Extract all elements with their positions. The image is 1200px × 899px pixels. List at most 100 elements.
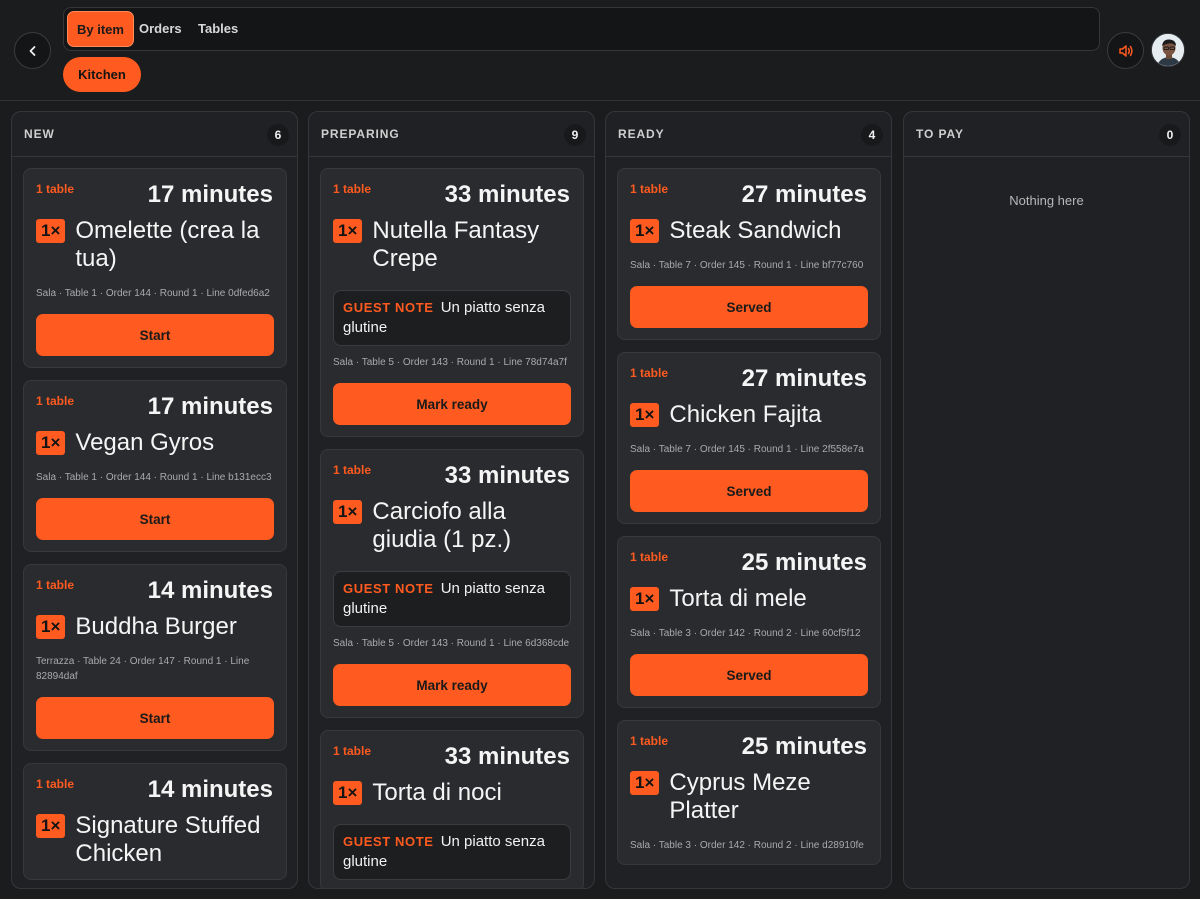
user-avatar[interactable] <box>1151 33 1185 67</box>
tab-by-item[interactable]: By item <box>67 11 134 47</box>
quantity-badge: 1× <box>630 403 660 427</box>
column-title: TO PAY <box>916 127 964 141</box>
column-title: PREPARING <box>321 127 400 141</box>
item-name: Carciofo alla giudia (1 pz.) <box>372 498 512 553</box>
order-item-card: 1 table 14 minutes 1× Buddha Burger Terr… <box>23 564 287 751</box>
guest-note-label: GUEST NOTE <box>343 581 434 596</box>
column-header: PREPARING 9 <box>309 112 594 157</box>
order-item-card: 1 table 25 minutes 1× Cyprus Meze Platte… <box>617 720 881 865</box>
elapsed-time: 25 minutes <box>741 733 867 760</box>
start-button[interactable]: Start <box>36 498 274 540</box>
sound-toggle-button[interactable] <box>1107 32 1144 69</box>
item-name: Cyprus Meze Platter <box>669 769 811 824</box>
column-count-badge: 6 <box>267 124 289 146</box>
speaker-icon <box>1118 44 1133 57</box>
quantity-badge: 1× <box>630 219 660 243</box>
table-count-label: 1 table <box>36 394 75 408</box>
served-button[interactable]: Served <box>630 654 868 696</box>
column-title: READY <box>618 127 665 141</box>
order-item-card: 1 table 17 minutes 1× Omelette (crea la … <box>23 168 287 368</box>
elapsed-time: 27 minutes <box>741 365 867 392</box>
tab-orders[interactable]: Orders <box>139 11 182 47</box>
column-count-badge: 0 <box>1159 124 1181 146</box>
column-title: NEW <box>24 127 55 141</box>
elapsed-time: 25 minutes <box>741 549 867 576</box>
empty-state-text: Nothing here <box>1009 193 1084 208</box>
station-filter-kitchen[interactable]: Kitchen <box>63 57 141 92</box>
elapsed-time: 14 minutes <box>147 776 273 803</box>
served-button[interactable]: Served <box>630 286 868 328</box>
table-count-label: 1 table <box>630 734 669 748</box>
mark-ready-button[interactable]: Mark ready <box>333 383 571 425</box>
order-meta: Sala · Table 1 · Order 144 · Round 1 · L… <box>36 288 270 299</box>
order-meta: Terrazza · Table 24 · Order 147 · Round … <box>36 656 250 682</box>
guest-note-label: GUEST NOTE <box>343 834 434 849</box>
order-meta: Sala · Table 3 · Order 142 · Round 2 · L… <box>630 840 864 851</box>
column-header: READY 4 <box>606 112 891 157</box>
order-item-card: 1 table 17 minutes 1× Vegan Gyros Sala ·… <box>23 380 287 552</box>
column-header: NEW 6 <box>12 112 297 157</box>
quantity-badge: 1× <box>630 587 660 611</box>
order-item-card: 1 table 14 minutes 1× Signature Stuffed … <box>23 763 287 880</box>
elapsed-time: 33 minutes <box>444 743 570 770</box>
column-new: NEW 6 1 table 17 minutes 1× Omelette (cr… <box>11 111 298 889</box>
table-count-label: 1 table <box>36 578 75 592</box>
table-count-label: 1 table <box>333 182 372 196</box>
order-meta: Sala · Table 3 · Order 142 · Round 2 · L… <box>630 628 861 639</box>
table-count-label: 1 table <box>36 182 75 196</box>
quantity-badge: 1× <box>333 219 363 243</box>
served-button[interactable]: Served <box>630 470 868 512</box>
mark-ready-button[interactable]: Mark ready <box>333 664 571 706</box>
quantity-badge: 1× <box>36 814 66 838</box>
column-to-pay: TO PAY 0 Nothing here <box>903 111 1190 889</box>
table-count-label: 1 table <box>333 744 372 758</box>
quantity-badge: 1× <box>333 781 363 805</box>
order-item-card: 1 table 25 minutes 1× Torta di mele Sala… <box>617 536 881 708</box>
elapsed-time: 17 minutes <box>147 393 273 420</box>
back-button[interactable] <box>14 32 51 69</box>
order-item-card: 1 table 27 minutes 1× Steak Sandwich Sal… <box>617 168 881 340</box>
top-bar: By item Orders Tables Kitchen <box>0 0 1200 101</box>
order-meta: Sala · Table 7 · Order 145 · Round 1 · L… <box>630 444 864 455</box>
elapsed-time: 17 minutes <box>147 181 273 208</box>
order-item-card: 1 table 27 minutes 1× Chicken Fajita Sal… <box>617 352 881 524</box>
avatar-image <box>1152 34 1184 66</box>
order-meta: Sala · Table 5 · Order 143 · Round 1 · L… <box>333 357 567 368</box>
view-tabs: By item Orders Tables <box>63 7 1100 51</box>
order-item-card: 1 table 33 minutes 1× Torta di noci GUES… <box>320 730 584 888</box>
table-count-label: 1 table <box>36 777 75 791</box>
item-name: Torta di noci <box>372 779 502 806</box>
quantity-badge: 1× <box>630 771 660 795</box>
start-button[interactable]: Start <box>36 314 274 356</box>
item-name: Chicken Fajita <box>669 401 822 428</box>
elapsed-time: 33 minutes <box>444 462 570 489</box>
item-name: Omelette (crea la tua) <box>75 217 260 272</box>
column-preparing: PREPARING 9 1 table 33 minutes 1× Nutell… <box>308 111 595 889</box>
start-button[interactable]: Start <box>36 697 274 739</box>
item-name: Vegan Gyros <box>75 429 215 456</box>
elapsed-time: 14 minutes <box>147 577 273 604</box>
elapsed-time: 27 minutes <box>741 181 867 208</box>
quantity-badge: 1× <box>36 219 66 243</box>
item-name: Nutella Fantasy Crepe <box>372 217 540 272</box>
quantity-badge: 1× <box>36 615 66 639</box>
item-name: Steak Sandwich <box>669 217 842 244</box>
table-count-label: 1 table <box>333 463 372 477</box>
guest-note: GUEST NOTE Un piatto senza glutine <box>333 290 571 346</box>
table-count-label: 1 table <box>630 366 669 380</box>
table-count-label: 1 table <box>630 182 669 196</box>
tab-tables[interactable]: Tables <box>198 11 238 47</box>
table-count-label: 1 table <box>630 550 669 564</box>
column-header: TO PAY 0 <box>904 112 1189 157</box>
order-item-card: 1 table 33 minutes 1× Nutella Fantasy Cr… <box>320 168 584 437</box>
order-meta: Sala · Table 7 · Order 145 · Round 1 · L… <box>630 260 864 271</box>
order-meta: Sala · Table 1 · Order 144 · Round 1 · L… <box>36 472 272 483</box>
quantity-badge: 1× <box>333 500 363 524</box>
guest-note-label: GUEST NOTE <box>343 300 434 315</box>
item-name: Buddha Burger <box>75 613 237 640</box>
elapsed-time: 33 minutes <box>444 181 570 208</box>
guest-note: GUEST NOTE Un piatto senza glutine <box>333 824 571 880</box>
column-ready: READY 4 1 table 27 minutes 1× Steak Sand… <box>605 111 892 889</box>
column-count-badge: 9 <box>564 124 586 146</box>
quantity-badge: 1× <box>36 431 66 455</box>
